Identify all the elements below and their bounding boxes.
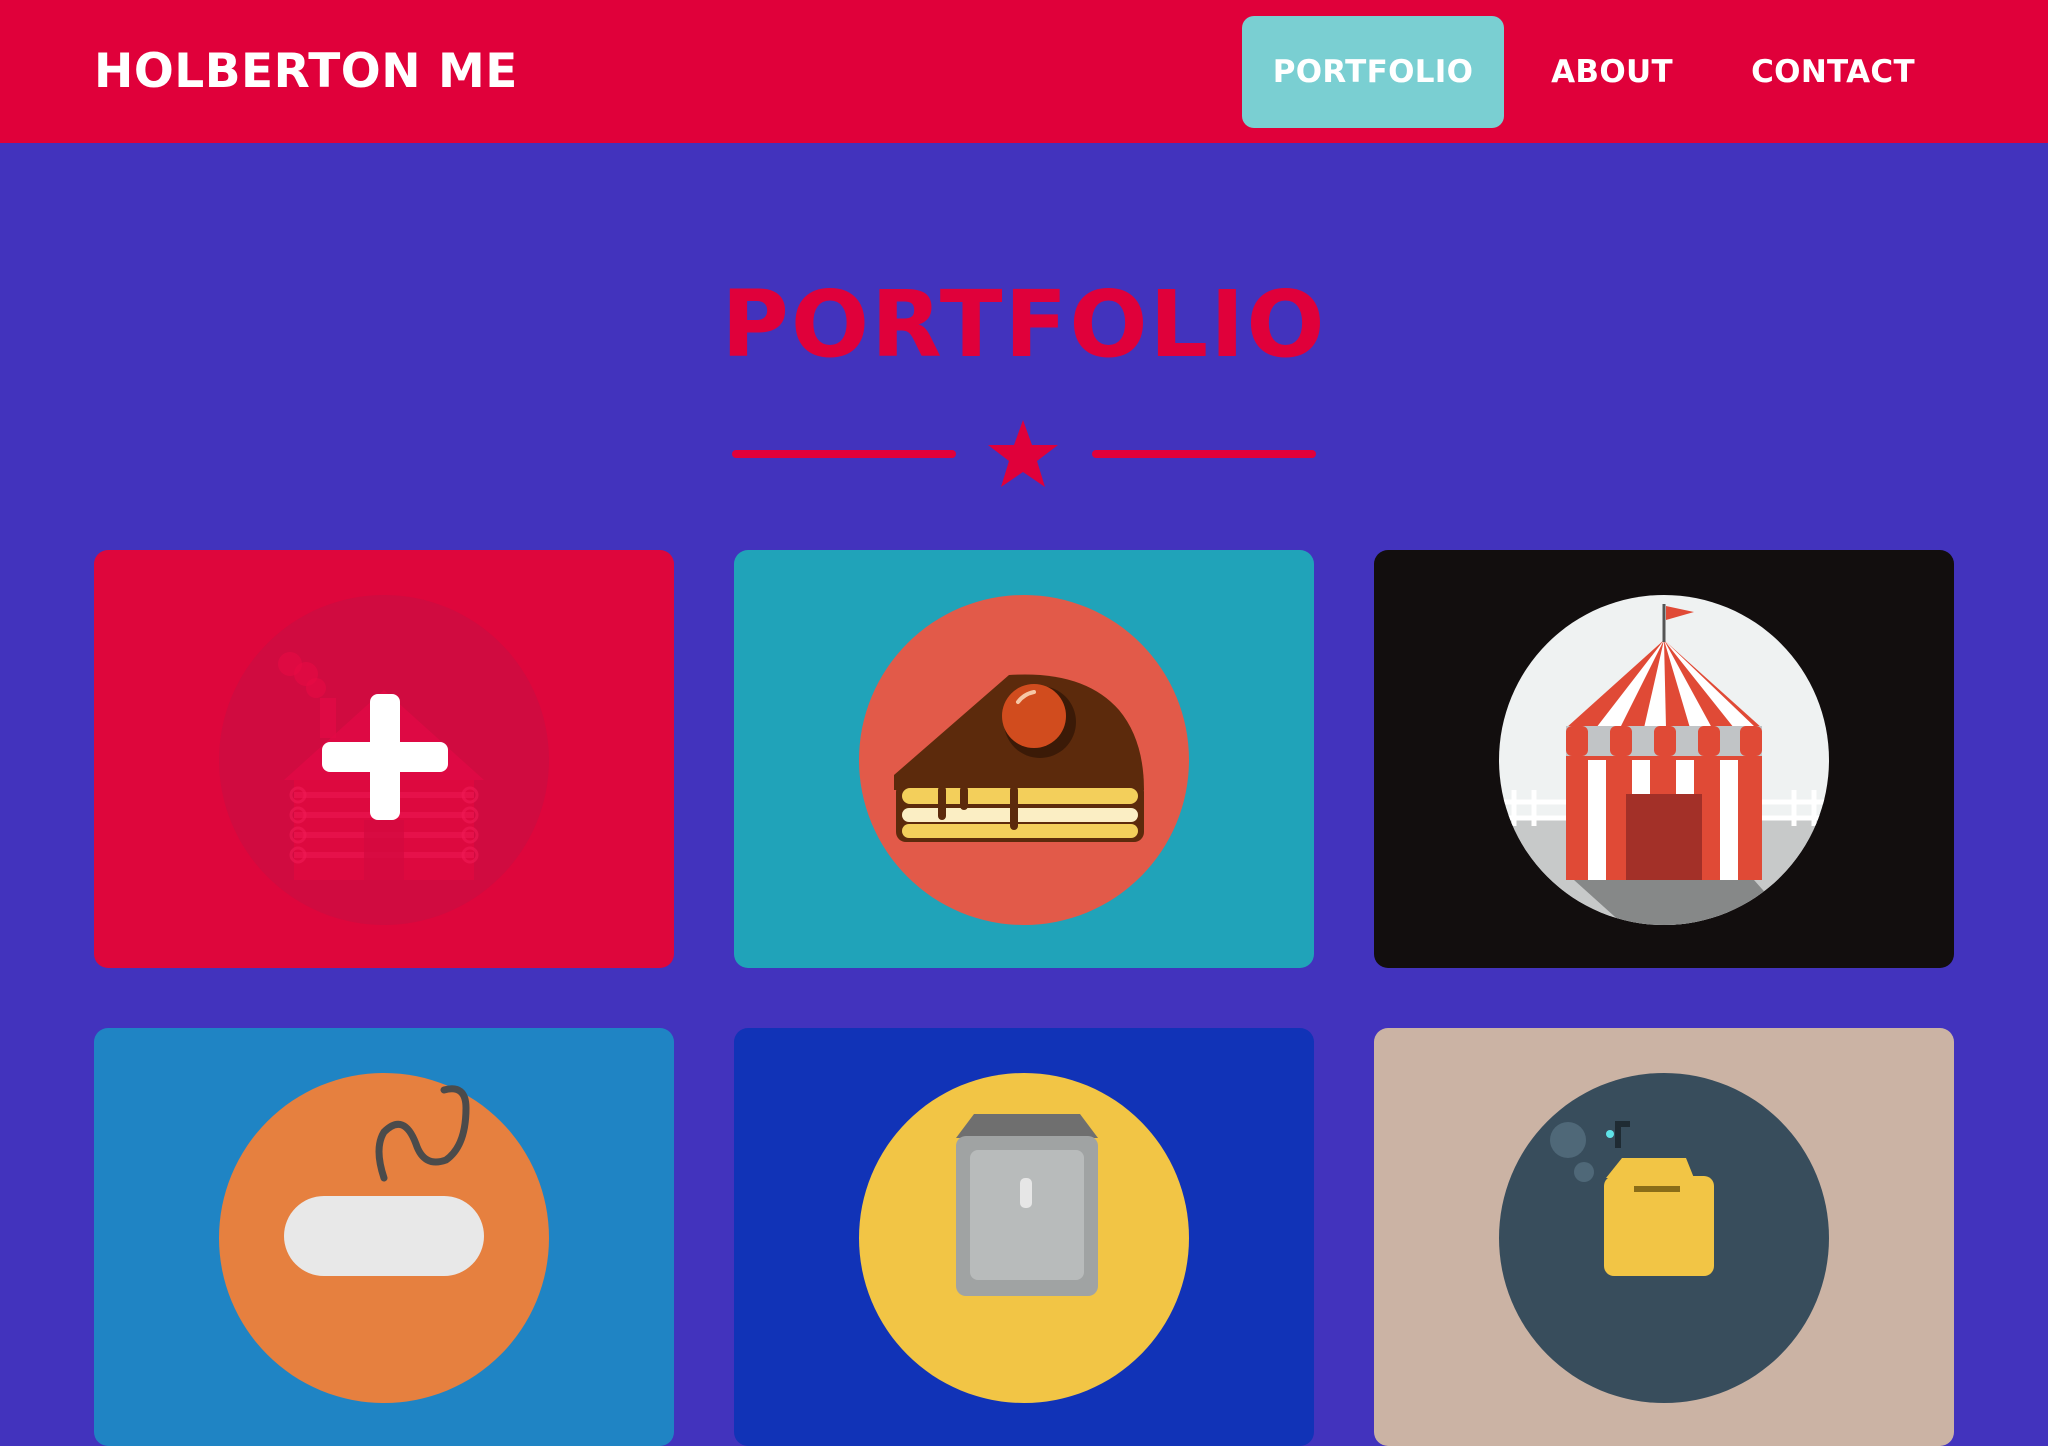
divider-line-right	[1092, 450, 1316, 458]
submarine-icon	[1499, 1073, 1829, 1403]
portfolio-item-safe[interactable]	[734, 1028, 1314, 1446]
nav-about[interactable]: ABOUT	[1530, 16, 1694, 128]
portfolio-item-cake[interactable]	[734, 550, 1314, 968]
cake-icon	[859, 595, 1189, 925]
plus-icon	[322, 694, 448, 820]
brand-logo[interactable]: HOLBERTON ME	[94, 44, 518, 99]
navbar: HOLBERTON ME PORTFOLIO ABOUT CONTACT	[0, 0, 2048, 143]
page-title: PORTFOLIO	[721, 271, 1327, 378]
portfolio-item-cabin[interactable]	[94, 550, 674, 968]
portfolio-item-submarine[interactable]	[1374, 1028, 1954, 1446]
portfolio-item-controller[interactable]	[94, 1028, 674, 1446]
safe-icon	[859, 1073, 1189, 1403]
nav-portfolio[interactable]: PORTFOLIO	[1242, 16, 1504, 128]
game-controller-icon	[219, 1073, 549, 1403]
divider-line-left	[732, 450, 956, 458]
circus-tent-icon	[1499, 595, 1829, 925]
star-icon	[988, 420, 1058, 487]
nav-contact[interactable]: CONTACT	[1724, 16, 1942, 128]
portfolio-item-circus[interactable]	[1374, 550, 1954, 968]
